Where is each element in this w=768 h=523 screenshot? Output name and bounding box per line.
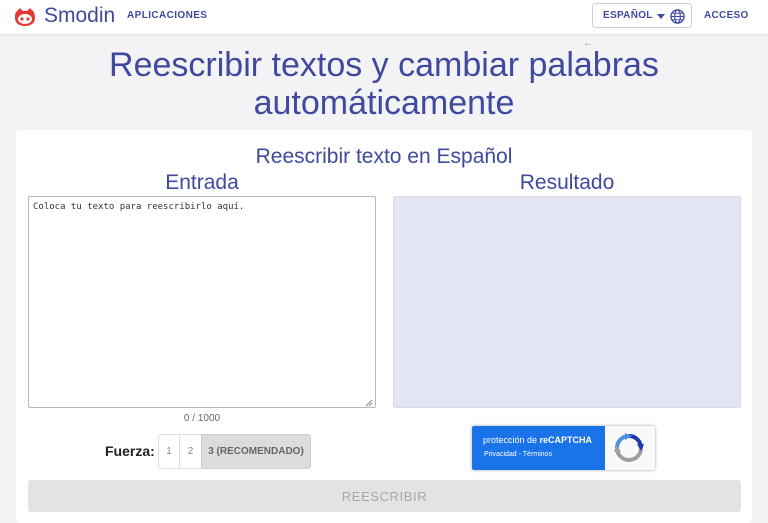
top-nav-bar: Smodin APLICACIONES ESPAÑOL ACCESO xyxy=(0,0,768,35)
recaptcha-protection-text: protección de reCAPTCHA xyxy=(483,435,593,445)
smodin-logo-icon[interactable] xyxy=(14,7,36,27)
page-title-line1: Reescribir textos y cambiar palabras xyxy=(109,46,659,84)
strength-option-3-recommended[interactable]: 3 (RECOMENDADO) xyxy=(201,434,311,469)
input-textarea[interactable] xyxy=(28,196,376,408)
input-heading: Entrada xyxy=(165,171,239,194)
strength-option-2[interactable]: 2 xyxy=(179,434,202,469)
strength-option-1[interactable]: 1 xyxy=(158,434,180,469)
recaptcha-badge[interactable]: protección de reCAPTCHA Privacidad - Tér… xyxy=(472,426,655,470)
login-link[interactable]: ACCESO xyxy=(704,10,749,21)
recaptcha-info-panel: protección de reCAPTCHA Privacidad - Tér… xyxy=(472,426,605,470)
page-title-line2: automáticamente xyxy=(253,84,515,122)
strength-label: Fuerza: xyxy=(105,443,155,459)
rewriter-card: Reescribir texto en Español Entrada Resu… xyxy=(16,130,752,523)
tool-subtitle: Reescribir texto en Español xyxy=(255,145,513,168)
apps-menu-link[interactable]: APLICACIONES xyxy=(127,10,207,21)
globe-icon xyxy=(670,9,685,24)
language-label: ESPAÑOL xyxy=(603,10,653,21)
caret-down-icon xyxy=(657,14,665,19)
resize-grip-icon[interactable] xyxy=(364,398,373,407)
language-selector[interactable]: ESPAÑOL xyxy=(592,3,692,28)
rewrite-submit-button[interactable]: REESCRIBIR xyxy=(28,480,741,512)
character-counter: 0 / 1000 xyxy=(183,413,221,424)
recaptcha-privacy-terms-link[interactable]: Privacidad - Términos xyxy=(484,451,552,458)
output-panel xyxy=(393,196,741,408)
recaptcha-logo-icon xyxy=(614,433,644,462)
page-title: Reescribir textos y cambiar palabras aut… xyxy=(0,46,768,122)
output-heading: Resultado xyxy=(519,171,615,194)
brand-name[interactable]: Smodin xyxy=(44,4,115,28)
